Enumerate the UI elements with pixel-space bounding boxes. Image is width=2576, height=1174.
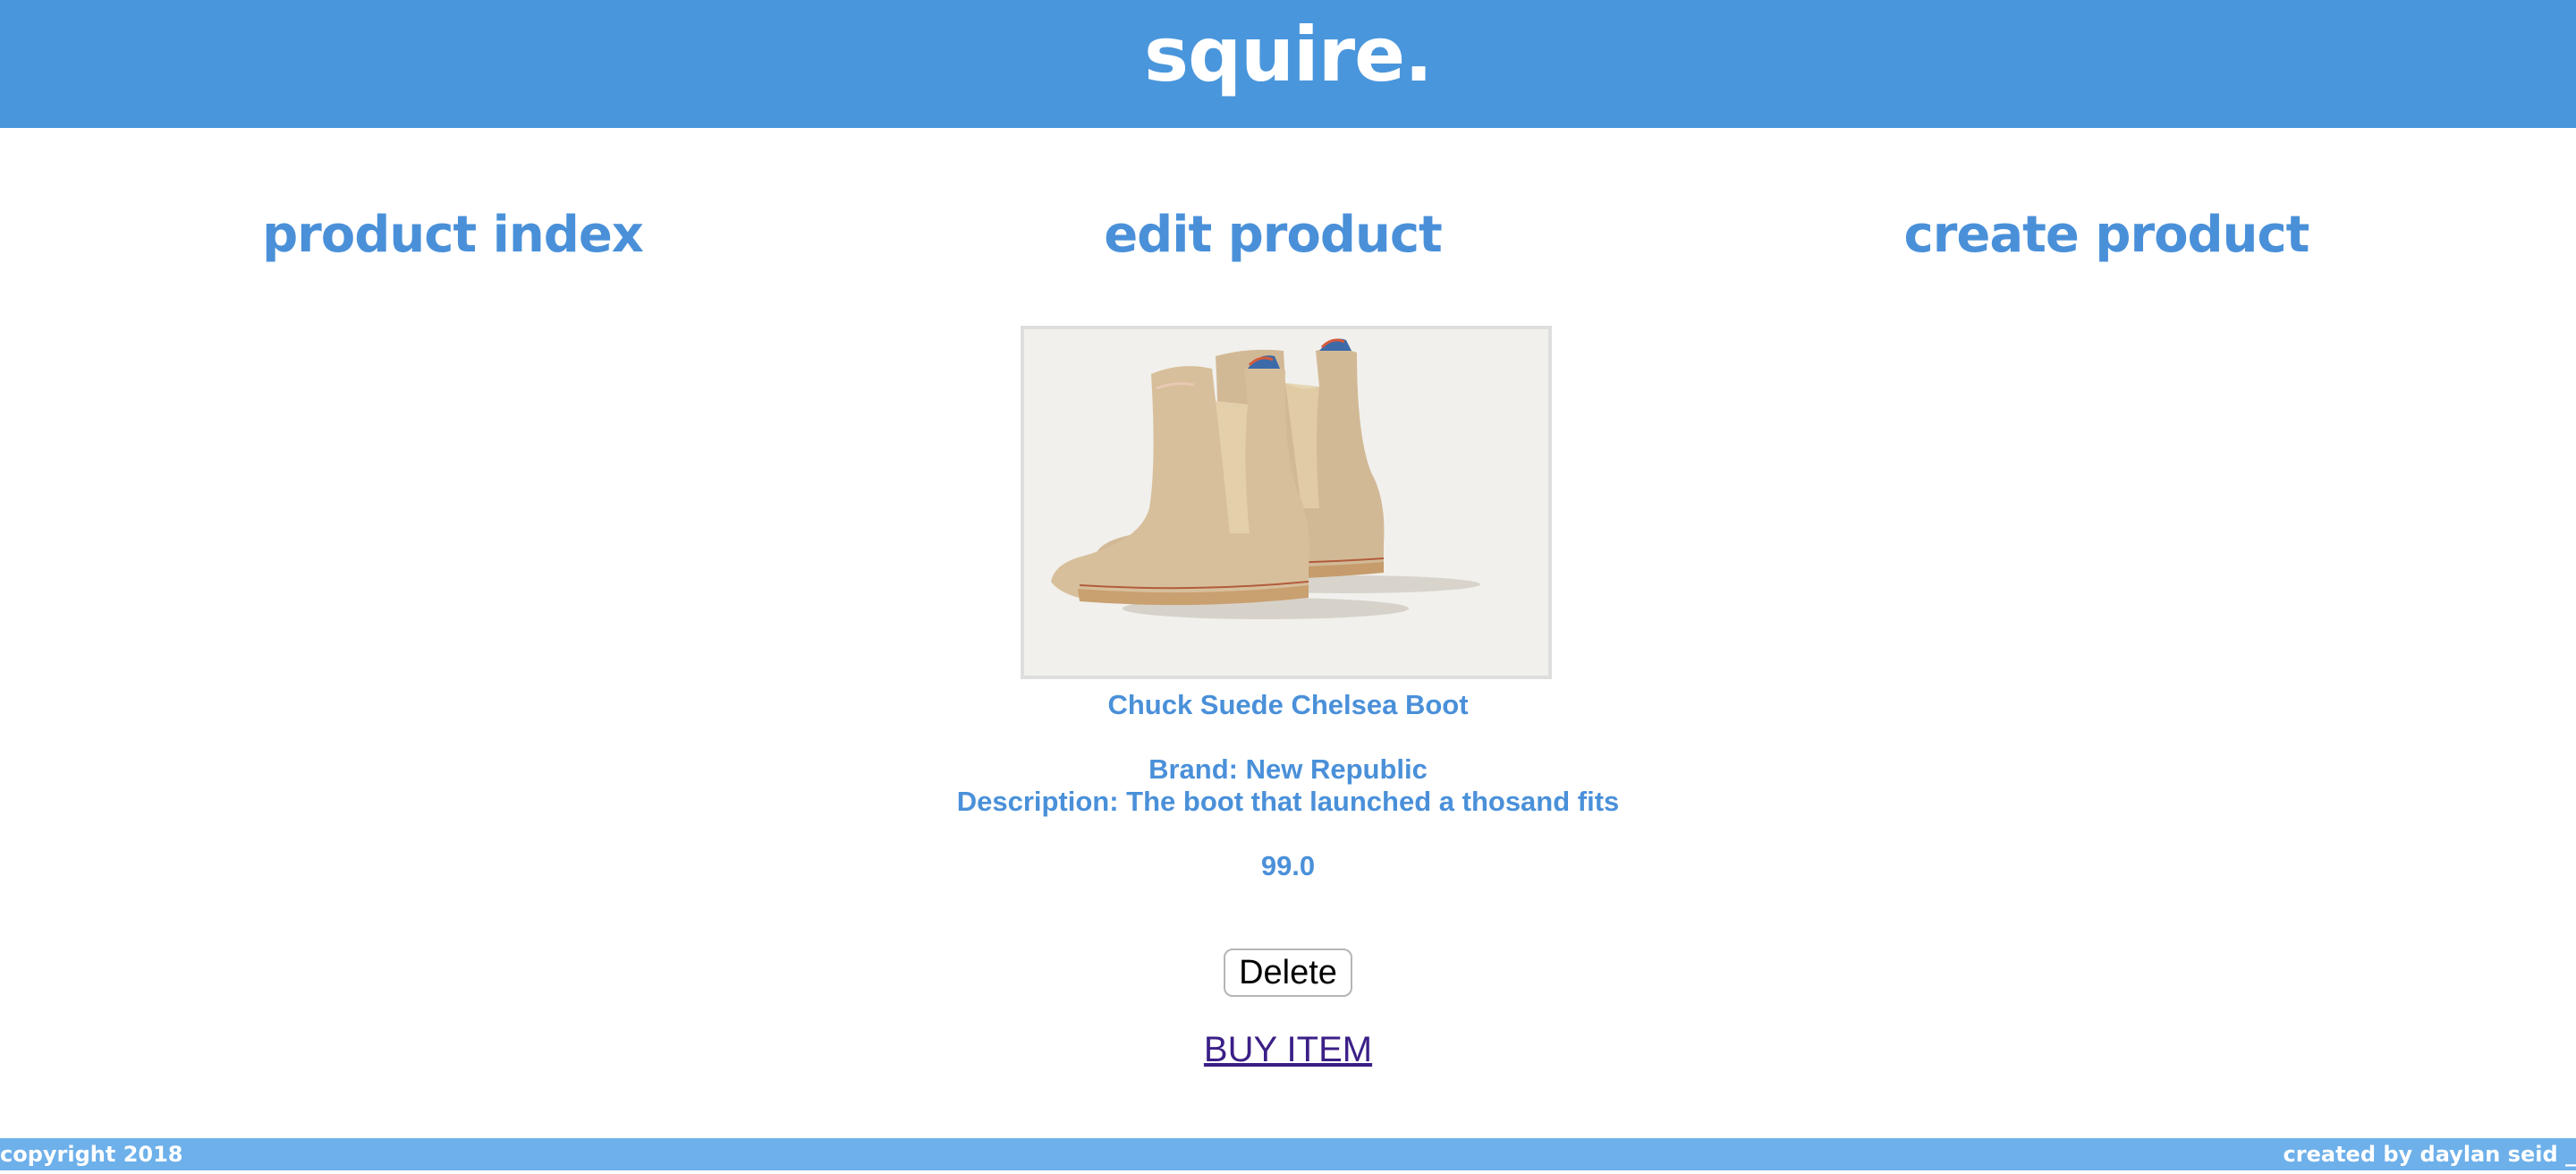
nav-link-edit-product[interactable]: edit product xyxy=(1004,195,1541,276)
product-image xyxy=(1021,326,1552,679)
product-price: 99.0 xyxy=(1260,850,1316,881)
buy-item-link[interactable]: BUY ITEM xyxy=(1204,1030,1372,1069)
site-logo[interactable]: squire. xyxy=(1144,5,1433,104)
site-footer: copyright 2018 created by daylan seid _ xyxy=(0,1138,2576,1170)
product-brand: Brand: New Republic xyxy=(1148,753,1428,785)
nav-link-create-product[interactable]: create product xyxy=(1838,195,2375,276)
copyright-text: copyright 2018 xyxy=(0,1142,183,1167)
nav-link-product-index[interactable]: product index xyxy=(184,195,721,276)
delete-button[interactable]: Delete xyxy=(1224,949,1352,997)
product-description: Description: The boot that launched a th… xyxy=(956,786,1620,817)
buy-item-container: BUY ITEM xyxy=(0,1029,2576,1070)
credit-text: created by daylan seid _ xyxy=(2283,1142,2576,1167)
site-header: squire. xyxy=(0,0,2576,128)
boot-illustration xyxy=(1024,329,1548,676)
product-name: Chuck Suede Chelsea Boot xyxy=(1107,689,1469,720)
